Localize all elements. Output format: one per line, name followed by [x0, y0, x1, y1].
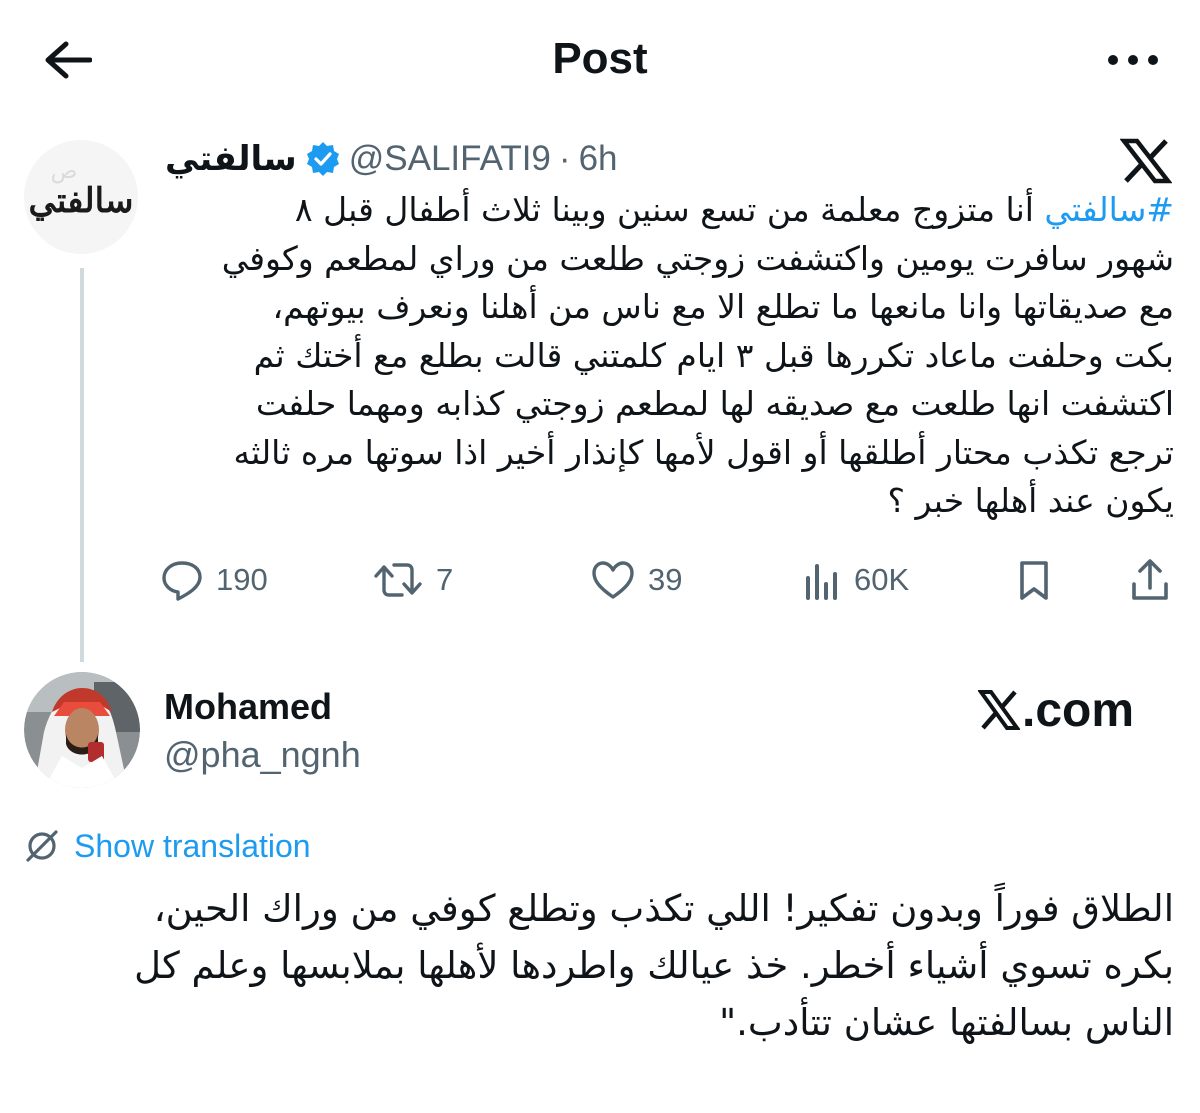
like-count: 39: [648, 562, 683, 597]
bookmark-button[interactable]: [1014, 556, 1054, 604]
show-translation-label: Show translation: [74, 827, 311, 864]
reply-text: الطلاق فوراً وبدون تفكير! اللي تكذب وتطل…: [30, 880, 1174, 1051]
separator-dot: ·: [558, 139, 571, 178]
repost-count: 7: [436, 562, 454, 597]
tweet-line: مع صديقاتها وانا مانعها ما تطلع الا مع ن…: [272, 287, 1174, 326]
reply-line: الطلاق فوراً وبدون تفكير! اللي تكذب وتطل…: [153, 887, 1174, 930]
like-button[interactable]: 39: [590, 556, 682, 604]
x-logo-icon: [1119, 138, 1173, 184]
x-logo-icon: [978, 690, 1020, 730]
reply-avatar[interactable]: [24, 672, 140, 788]
tweet-line: اكتشفت انها طلعت مع صديقه لها لمطعم زوجت…: [255, 384, 1174, 423]
author-handle[interactable]: @SALIFATI9: [349, 139, 551, 179]
tweet-line: يكون عند أهلها خبر ؟: [887, 481, 1174, 520]
tweet-author-row: سالفتي @SALIFATI9 · 6h: [165, 134, 618, 184]
author-name[interactable]: سالفتي: [165, 139, 297, 179]
profile-photo: [24, 672, 140, 788]
tweet-text: #سالفتي أنا متزوج معلمة من تسع سنين وبين…: [160, 186, 1174, 526]
tweet-actions: 190 7 39 60K: [160, 556, 1180, 604]
views-button[interactable]: 60K: [802, 556, 909, 604]
views-icon: [806, 564, 837, 600]
reply-line: الناس بسالفتها عشان تتأدب.": [719, 1001, 1174, 1044]
repost-icon: [374, 563, 422, 597]
show-translation-link[interactable]: Show translation: [24, 824, 311, 868]
more-options-button[interactable]: [1106, 50, 1160, 70]
tweet-line-text: أنا متزوج معلمة من تسع سنين وبينا ثلاث أ…: [294, 190, 1034, 229]
tweet-line: #سالفتي أنا متزوج معلمة من تسع سنين وبين…: [160, 186, 1174, 235]
svg-text:سالفتي: سالفتي: [28, 181, 133, 221]
reply-count: 190: [216, 562, 268, 597]
tweet-line: ترجع تكذب محتار أطلقها أو اقول لأمها كإن…: [233, 432, 1174, 472]
top-bar: Post: [0, 0, 1200, 120]
more-horizontal-icon: [1108, 55, 1158, 65]
watermark-text: .com: [1022, 683, 1135, 737]
avatar[interactable]: ص سالفتي: [24, 140, 138, 254]
hashtag-link[interactable]: #سالفتي: [1044, 190, 1174, 229]
reply-button[interactable]: 190: [160, 556, 268, 604]
repost-button[interactable]: 7: [372, 556, 453, 604]
thread-line: [80, 268, 84, 662]
reply-line: بكره تسوي أشياء أخطر. خذ عيالك واطردها ل…: [134, 944, 1174, 987]
share-icon: [1132, 559, 1168, 600]
translate-icon: [26, 830, 58, 862]
tweet-line: شهور سافرت يومين واكتشفت زوجتي طلعت من و…: [221, 238, 1174, 278]
reply-icon: [162, 561, 202, 601]
reply-author-handle[interactable]: @pha_ngnh: [164, 734, 361, 776]
bookmark-icon: [1020, 561, 1048, 600]
xcom-watermark: .com: [978, 680, 1134, 740]
views-count: 60K: [854, 562, 910, 597]
page-title: Post: [552, 34, 648, 83]
reply-author-name[interactable]: Mohamed: [164, 686, 332, 728]
post-time[interactable]: 6h: [579, 139, 618, 179]
salifati-logo: ص سالفتي: [24, 140, 138, 254]
tweet-line: بكت وحلفت ماعاد تكررها قبل ٣ ايام كلمتني…: [253, 335, 1174, 375]
verified-badge-icon: [306, 142, 339, 176]
heart-icon: [592, 561, 634, 599]
share-button[interactable]: [1128, 556, 1172, 604]
